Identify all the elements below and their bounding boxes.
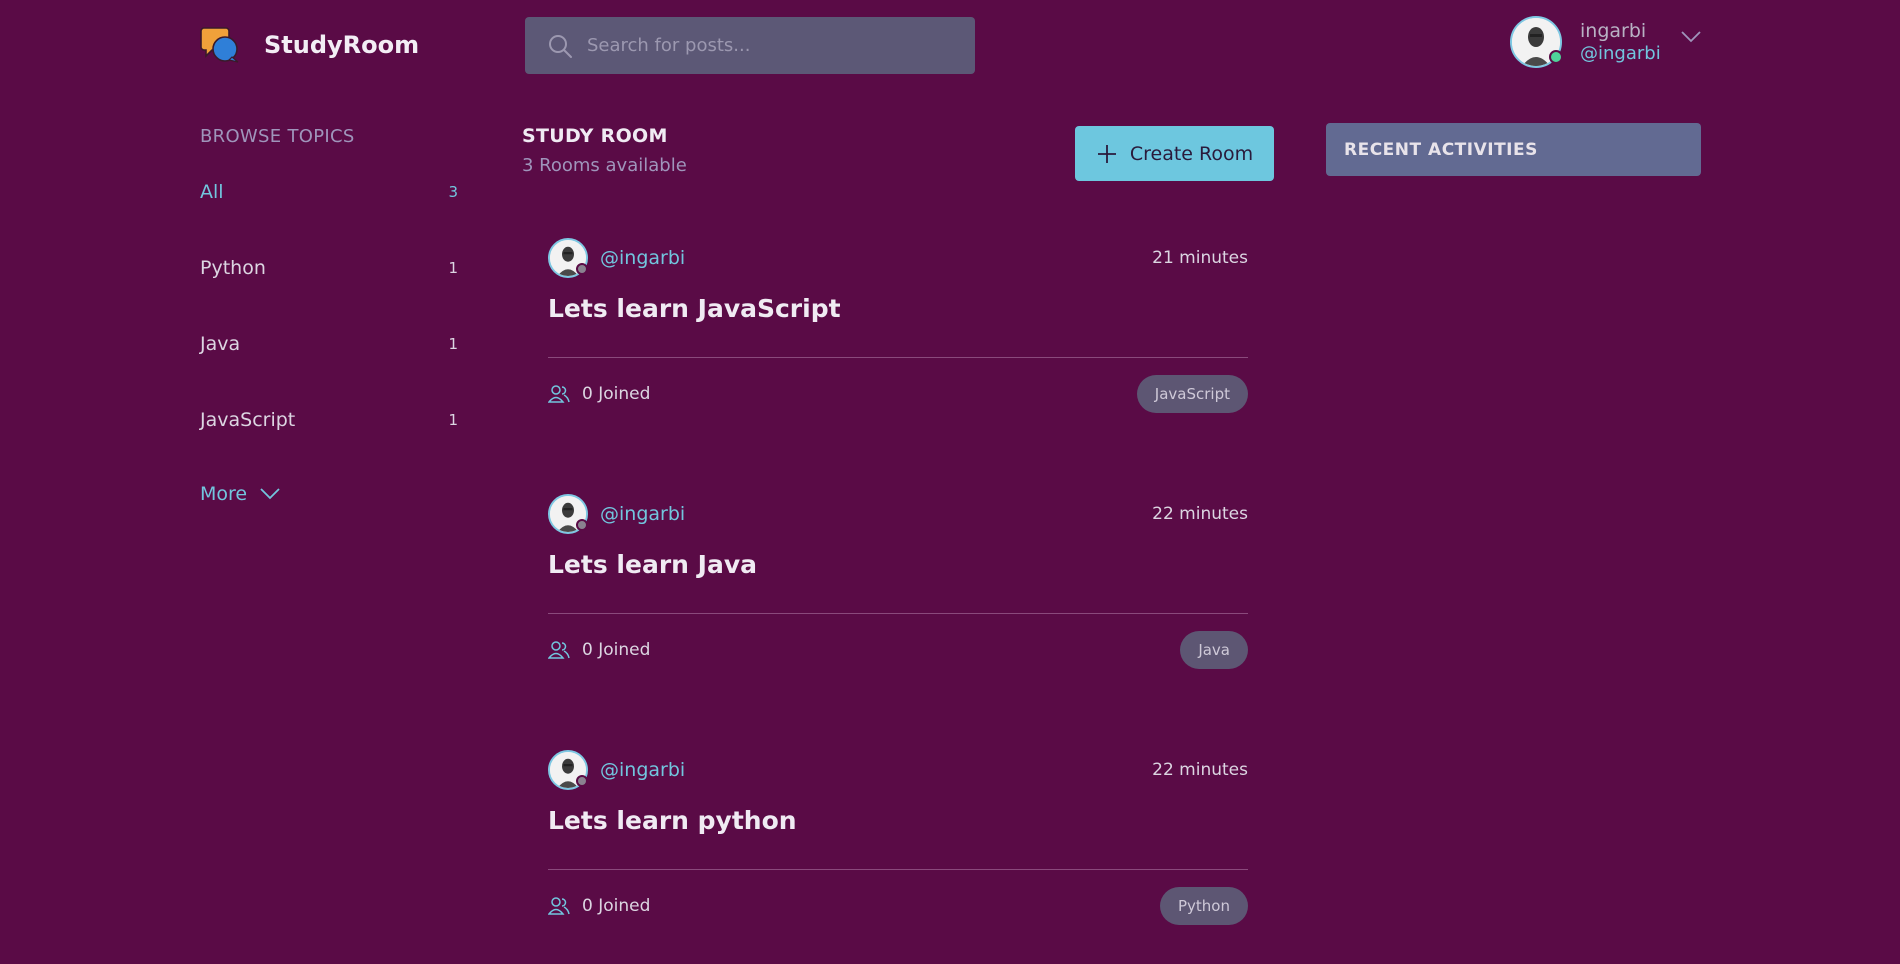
topic-count: 3 — [448, 183, 458, 201]
offline-status-dot — [576, 775, 588, 787]
user-avatar[interactable] — [1510, 16, 1563, 68]
offline-status-dot — [576, 519, 588, 531]
joined-label: 0 Joined — [582, 640, 651, 660]
room-author[interactable]: @ingarbi — [548, 238, 685, 278]
topic-name: Python — [200, 257, 266, 279]
user-menu[interactable]: ingarbi @ingarbi — [1510, 16, 1701, 68]
search-bar[interactable] — [525, 17, 975, 74]
logo[interactable]: StudyRoom — [200, 24, 419, 66]
users-icon — [548, 897, 570, 915]
topic-count: 1 — [448, 259, 458, 277]
author-handle[interactable]: @ingarbi — [600, 503, 685, 525]
create-room-button[interactable]: Create Room — [1075, 126, 1274, 181]
divider — [548, 869, 1248, 870]
joined-count: 0 Joined — [548, 384, 650, 404]
topic-count: 1 — [448, 335, 458, 353]
topic-tag[interactable]: JavaScript — [1136, 375, 1248, 413]
online-status-dot — [1549, 50, 1563, 64]
topic-name: Java — [200, 333, 241, 355]
topic-tag[interactable]: Java — [1180, 631, 1248, 669]
author-avatar[interactable] — [548, 494, 588, 534]
room-title[interactable]: Lets learn python — [548, 806, 1248, 835]
author-avatar[interactable] — [548, 750, 588, 790]
divider — [548, 613, 1248, 614]
author-avatar[interactable] — [548, 238, 588, 278]
users-icon — [548, 641, 570, 659]
offline-status-dot — [576, 263, 588, 275]
joined-label: 0 Joined — [582, 896, 651, 916]
browse-topics-title: BROWSE TOPICS — [200, 126, 355, 147]
top-header: StudyRoom ingarbi @ingarbi — [0, 0, 1900, 92]
topic-java[interactable]: Java 1 — [200, 329, 458, 359]
room-author[interactable]: @ingarbi — [548, 750, 685, 790]
search-icon — [549, 34, 572, 58]
room-title[interactable]: Lets learn JavaScript — [548, 294, 1248, 323]
app-name: StudyRoom — [264, 31, 420, 59]
study-room-feed: STUDY ROOM 3 Rooms available Create Room — [522, 125, 1274, 925]
user-name: ingarbi — [1580, 19, 1647, 42]
topic-name: All — [200, 181, 224, 203]
chat-bubbles-icon — [200, 24, 242, 66]
chevron-down-icon[interactable] — [1680, 30, 1702, 44]
divider — [548, 357, 1248, 358]
topic-tag[interactable]: Python — [1160, 887, 1248, 925]
topics-sidebar: BROWSE TOPICS All 3 Python 1 Java 1 Java… — [200, 126, 460, 505]
joined-label: 0 Joined — [582, 384, 651, 404]
more-topics-button[interactable]: More — [200, 483, 281, 505]
more-label: More — [200, 483, 248, 505]
topic-name: JavaScript — [200, 409, 296, 431]
room-time: 22 minutes — [1152, 504, 1248, 524]
room-card: @ingarbi 22 minutes Lets learn Java 0 Jo… — [548, 493, 1248, 683]
room-author[interactable]: @ingarbi — [548, 494, 685, 534]
user-handle: @ingarbi — [1580, 42, 1661, 64]
author-handle[interactable]: @ingarbi — [600, 247, 685, 269]
chevron-down-icon — [260, 488, 280, 500]
recent-activities-panel: RECENT ACTIVITIES — [1326, 123, 1701, 176]
joined-count: 0 Joined — [548, 640, 650, 660]
author-handle[interactable]: @ingarbi — [600, 759, 685, 781]
room-time: 22 minutes — [1152, 760, 1248, 780]
users-icon — [548, 385, 570, 403]
room-card: @ingarbi 21 minutes Lets learn JavaScrip… — [548, 237, 1248, 427]
topic-all[interactable]: All 3 — [200, 177, 458, 207]
plus-icon — [1097, 144, 1116, 163]
create-room-label: Create Room — [1129, 142, 1254, 165]
joined-count: 0 Joined — [548, 896, 650, 916]
topic-count: 1 — [448, 411, 458, 429]
room-time: 21 minutes — [1152, 248, 1248, 268]
room-card: @ingarbi 22 minutes Lets learn python 0 … — [548, 749, 1248, 939]
topic-python[interactable]: Python 1 — [200, 253, 458, 283]
recent-activities-title: RECENT ACTIVITIES — [1344, 139, 1538, 160]
room-title[interactable]: Lets learn Java — [548, 550, 1248, 579]
search-input[interactable] — [587, 35, 947, 56]
topic-javascript[interactable]: JavaScript 1 — [200, 405, 458, 435]
